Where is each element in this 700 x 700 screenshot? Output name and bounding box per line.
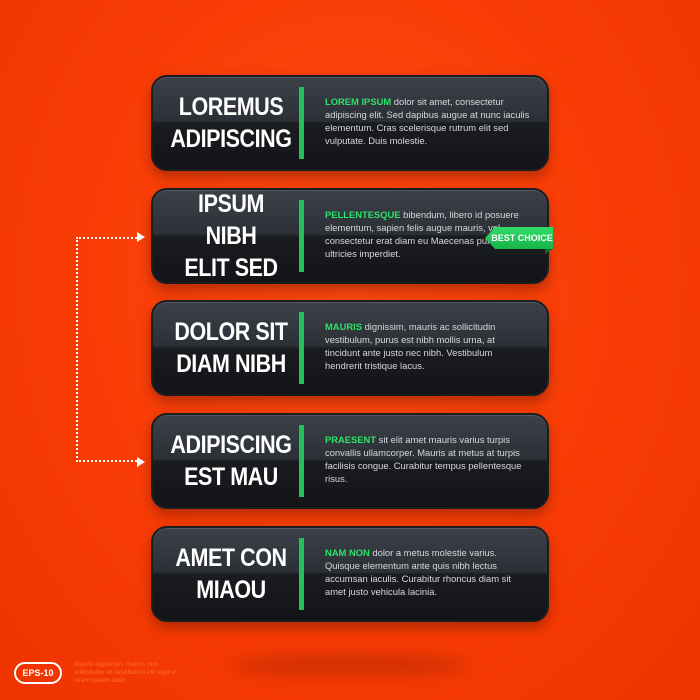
card-title: IPSUM NIBH ELIT SED [171,190,291,282]
card-title-line: ADIPISCING [170,431,292,459]
step-card-5: AMET CON MIAOU NAM NON dolor a metus mol… [151,526,549,622]
badge-label: BEST CHOICE [491,233,553,243]
arrow-right-icon [137,457,145,467]
card-title-line: DIAM NIBH [176,350,286,378]
card-title-line: ELIT SED [184,254,278,282]
green-divider [299,312,304,384]
card-description: NAM NON dolor a metus molestie varius. Q… [325,546,530,598]
card-title: DOLOR SIT DIAM NIBH [171,302,291,394]
card-keyword: LOREM IPSUM [325,96,392,107]
card-title-line: IPSUM NIBH [198,190,264,250]
card-keyword: NAM NON [325,547,370,558]
green-divider [299,538,304,610]
card-title-line: MIAOU [196,576,266,604]
step-card-3: DOLOR SIT DIAM NIBH MAURIS dignissim, ma… [151,300,549,396]
best-choice-badge: BEST CHOICE [485,227,553,249]
card-title: LOREMUS ADIPISCING [170,77,292,169]
step-card-4: ADIPISCING EST MAU PRAESENT sit elit ame… [151,413,549,509]
green-divider [299,87,304,159]
card-title-line: ADIPISCING [170,125,292,153]
card-title-line: DOLOR SIT [174,318,288,346]
card-keyword: PELLENTESQUE [325,209,401,220]
card-keyword: MAURIS [325,321,362,332]
card-description: PRAESENT sit elit amet mauris varius tur… [325,433,530,485]
card-title: AMET CON MIAOU [171,528,291,620]
card-title-line: LOREMUS [178,93,284,121]
eps-label: EPS-10 [22,668,54,678]
card-keyword: PRAESENT [325,434,377,445]
badge-fold [545,249,553,254]
card-title-line: EST MAU [184,463,278,491]
card-description: LOREM IPSUM dolor sit amet, consectetur … [325,95,530,147]
step-card-1: LOREMUS ADIPISCING LOREM IPSUM dolor sit… [151,75,549,171]
ground-shadow [230,655,470,675]
green-divider [299,425,304,497]
card-description: MAURIS dignissim, mauris ac sollicitudin… [325,320,530,372]
card-title-line: AMET CON [175,544,287,572]
green-divider [299,200,304,272]
eps-badge: EPS-10 [14,662,62,684]
fine-print: Mauris dignissim, mauris non sollicitudi… [74,661,177,684]
dotted-connector [76,237,140,462]
card-title: ADIPISCING EST MAU [170,415,292,507]
arrow-right-icon [137,232,145,242]
